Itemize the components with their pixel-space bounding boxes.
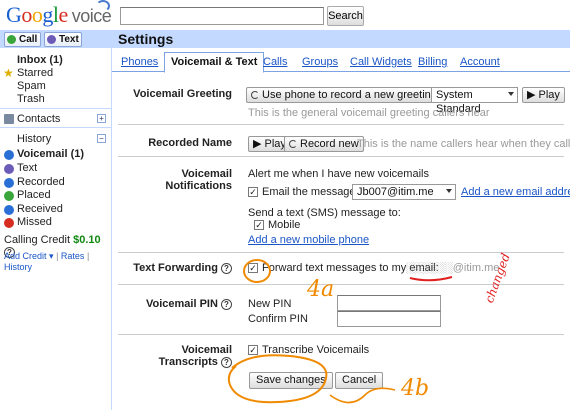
annotation-layer [227,259,453,404]
annotation-circle-save [227,354,328,404]
annotation-4b: 4b [401,376,430,401]
annotation-underline [409,276,453,282]
annotation-4a: 4a [307,277,335,302]
annotation-arrow [329,387,396,404]
annotation-circle-4a [243,259,271,283]
